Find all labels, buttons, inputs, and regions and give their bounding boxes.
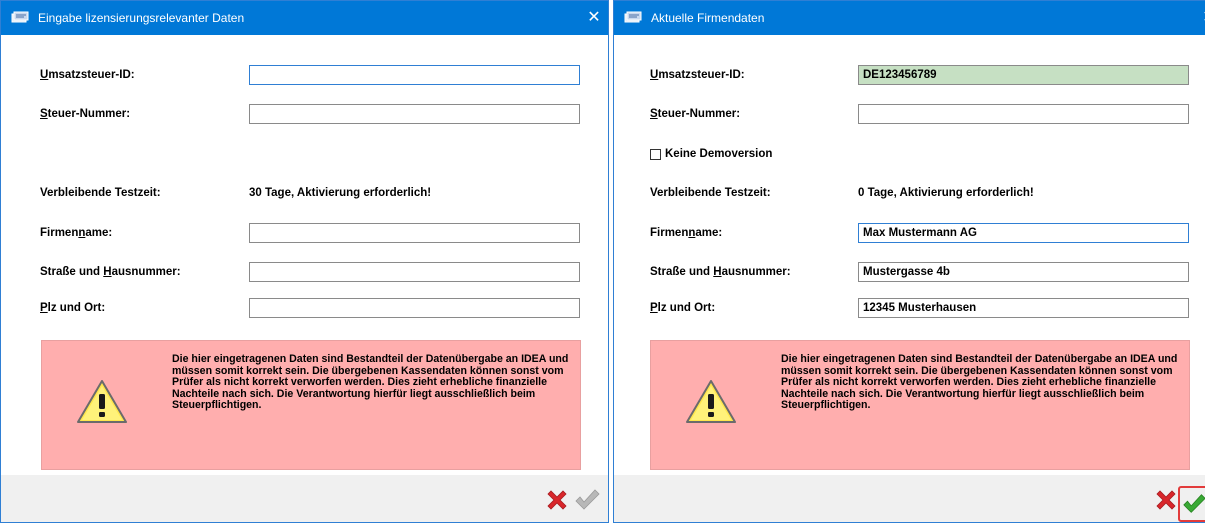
strasse-input[interactable]: [249, 262, 580, 282]
testzeit-label: Verbleibende Testzeit:: [40, 187, 161, 199]
steuer-nummer-label: Steuer-Nummer:: [40, 108, 131, 120]
plz-ort-label: Plz und Ort:: [650, 302, 716, 314]
testzeit-value: 0 Tage, Aktivierung erforderlich!: [858, 187, 1034, 199]
plz-ort-label: Plz und Ort:: [40, 302, 106, 314]
title-bar[interactable]: Aktuelle Firmendaten ✕: [614, 1, 1205, 35]
demo-checkbox-label[interactable]: Keine Demoversion: [665, 148, 772, 160]
strasse-input[interactable]: Mustergasse 4b: [858, 262, 1189, 282]
firmenname-label: Firmenname:: [40, 227, 113, 239]
dialog-footer: [614, 475, 1205, 522]
window-title: Aktuelle Firmendaten: [651, 11, 765, 25]
plz-ort-input[interactable]: 12345 Musterhausen: [858, 298, 1189, 318]
app-icon: [624, 11, 642, 23]
cancel-icon[interactable]: [543, 486, 571, 514]
ust-id-input[interactable]: [249, 65, 580, 85]
company-data-dialog: Aktuelle Firmendaten ✕ Umsatzsteuer-ID: …: [613, 0, 1205, 523]
testzeit-value: 30 Tage, Aktivierung erforderlich!: [249, 187, 432, 199]
demo-checkbox[interactable]: [650, 149, 661, 160]
dialog-footer: [1, 475, 608, 522]
steuer-nummer-input[interactable]: [249, 104, 580, 124]
firmenname-input[interactable]: Max Mustermann AG: [858, 223, 1189, 243]
warning-panel: Die hier eingetragenen Daten sind Bestan…: [41, 340, 581, 470]
steuer-nummer-label: Steuer-Nummer:: [650, 108, 741, 120]
dialog-body: Umsatzsteuer-ID: Steuer-Nummer: Verbleib…: [1, 35, 608, 475]
warning-icon: [77, 380, 127, 423]
ust-id-label: Umsatzsteuer-ID:: [650, 69, 745, 81]
warning-text: Die hier eingetragenen Daten sind Bestan…: [172, 353, 569, 411]
warning-panel: Die hier eingetragenen Daten sind Bestan…: [650, 340, 1190, 470]
steuer-nummer-input[interactable]: [858, 104, 1189, 124]
dialog-body: Umsatzsteuer-ID: DE123456789 Steuer-Numm…: [614, 35, 1205, 475]
testzeit-label: Verbleibende Testzeit:: [650, 187, 771, 199]
plz-ort-input[interactable]: [249, 298, 580, 318]
strasse-label: Straße und Hausnummer:: [650, 266, 791, 278]
strasse-label: Straße und Hausnummer:: [40, 266, 181, 278]
firmenname-input[interactable]: [249, 223, 580, 243]
confirm-button-highlight[interactable]: [1178, 486, 1205, 522]
warning-icon: [686, 380, 736, 423]
close-icon[interactable]: ✕: [1194, 8, 1205, 28]
ust-id-input[interactable]: DE123456789: [858, 65, 1189, 85]
title-bar[interactable]: Eingabe lizensierungsrelevanter Daten ✕: [1, 1, 608, 35]
app-icon: [11, 11, 29, 23]
ust-id-label: Umsatzsteuer-ID:: [40, 69, 135, 81]
window-title: Eingabe lizensierungsrelevanter Daten: [38, 11, 245, 25]
warning-text: Die hier eingetragenen Daten sind Bestan…: [781, 353, 1178, 411]
close-icon[interactable]: ✕: [579, 8, 608, 28]
confirm-icon[interactable]: [573, 486, 601, 514]
firmenname-label: Firmenname:: [650, 227, 723, 239]
confirm-icon[interactable]: [1181, 491, 1205, 517]
license-data-dialog: Eingabe lizensierungsrelevanter Daten ✕ …: [0, 0, 609, 523]
cancel-icon[interactable]: [1152, 486, 1180, 514]
